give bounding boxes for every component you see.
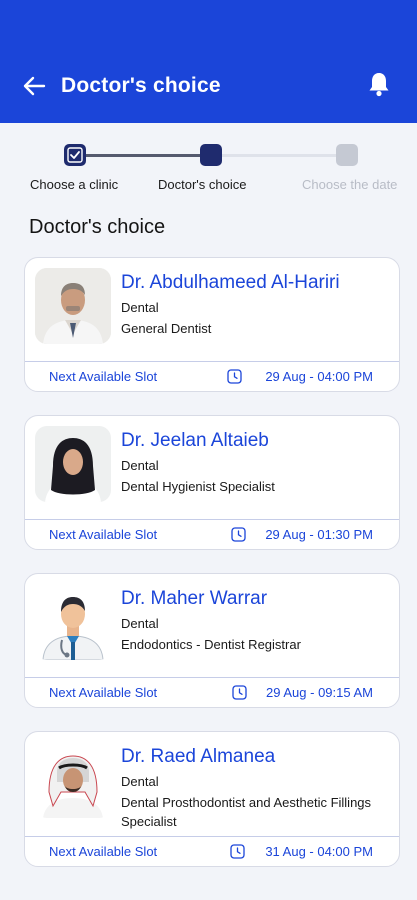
page-title: Doctor's choice [61,74,221,97]
clock-icon [231,527,246,542]
doctor-card[interactable]: Dr. Jeelan Altaieb Dental Dental Hygieni… [24,415,400,550]
doctor-specialty: General Dentist [121,321,212,336]
progress-stepper: Choose a clinic Doctor's choice Choose t… [0,140,417,200]
next-slot-label: Next Available Slot [49,844,158,859]
doctor-portrait-icon [35,742,111,818]
notification-bell-icon[interactable] [366,70,392,98]
next-slot-time: 29 Aug - 09:15 AM [266,685,373,700]
doctor-portrait-icon [35,426,111,502]
next-slot-time: 29 Aug - 01:30 PM [265,527,373,542]
doctor-specialty: Endodontics - Dentist Registrar [121,637,301,652]
next-slot-time: 31 Aug - 04:00 PM [265,844,373,859]
step-1-indicator [64,144,86,166]
step-1-label[interactable]: Choose a clinic [30,177,118,192]
doctor-name[interactable]: Dr. Jeelan Altaieb [121,430,269,452]
clock-icon [227,369,242,384]
doctor-portrait-icon [35,268,111,344]
doctor-specialty: Dental Prosthodontist and Aesthetic Fill… [121,795,372,829]
doctor-photo [35,426,111,502]
doctor-specialty: Dental Hygienist Specialist [121,479,275,494]
doctor-name[interactable]: Dr. Abdulhameed Al-Hariri [121,272,340,294]
slot-footer[interactable]: Next Available Slot 29 Aug - 04:00 PM [25,361,399,391]
slot-footer[interactable]: Next Available Slot 29 Aug - 01:30 PM [25,519,399,549]
doctor-department: Dental [121,774,159,789]
next-slot-label: Next Available Slot [49,685,158,700]
step-3-indicator [336,144,358,166]
doctor-avatar-icon [35,584,111,660]
stepper-line-completed [86,154,200,157]
app-header: Doctor's choice [0,0,417,123]
doctor-card[interactable]: Dr. Maher Warrar Dental Endodontics - De… [24,573,400,708]
next-slot-time: 29 Aug - 04:00 PM [265,369,373,384]
back-arrow-icon[interactable] [20,72,48,100]
step-2-indicator [200,144,222,166]
step-2-label: Doctor's choice [158,177,247,192]
checkmark-icon [67,147,83,163]
doctor-department: Dental [121,300,159,315]
clock-icon [232,685,247,700]
doctor-photo [35,742,111,818]
doctor-card[interactable]: Dr. Abdulhameed Al-Hariri Dental General… [24,257,400,392]
doctor-photo [35,268,111,344]
doctor-name[interactable]: Dr. Raed Almanea [121,746,275,768]
doctor-name[interactable]: Dr. Maher Warrar [121,588,267,610]
stepper-line-upcoming [222,154,336,157]
next-slot-label: Next Available Slot [49,527,158,542]
clock-icon [230,844,245,859]
slot-footer[interactable]: Next Available Slot 31 Aug - 04:00 PM [25,836,399,866]
section-title: Doctor's choice [29,216,166,238]
doctor-card[interactable]: Dr. Raed Almanea Dental Dental Prosthodo… [24,731,400,867]
doctor-department: Dental [121,616,159,631]
slot-footer[interactable]: Next Available Slot 29 Aug - 09:15 AM [25,677,399,707]
next-slot-label: Next Available Slot [49,369,158,384]
doctor-department: Dental [121,458,159,473]
step-3-label: Choose the date [302,177,398,192]
doctor-photo [35,584,111,660]
